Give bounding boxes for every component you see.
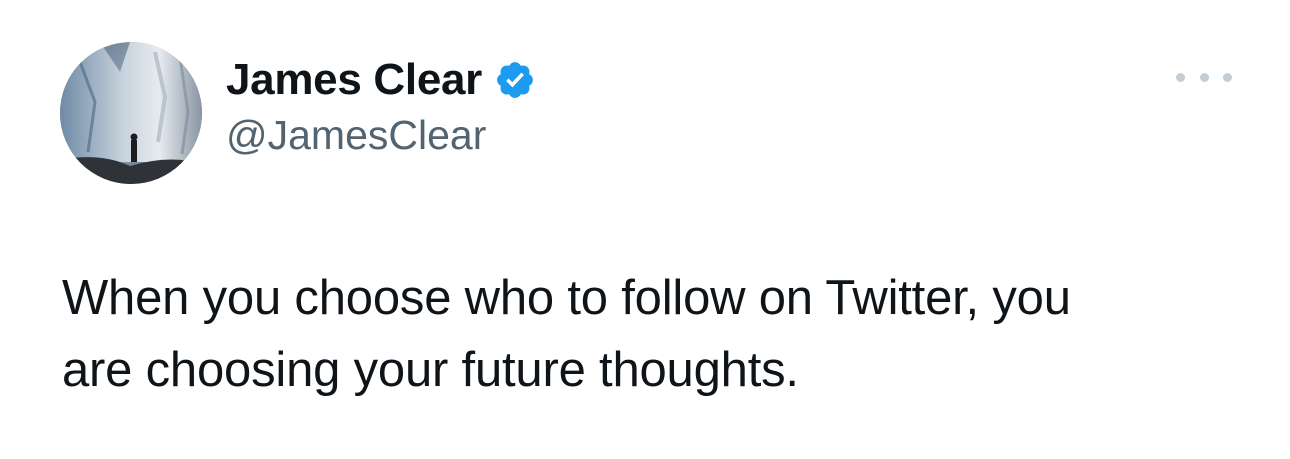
- more-dot: [1176, 72, 1185, 82]
- tweet-card: James Clear @JamesClear When you choose …: [0, 0, 1290, 459]
- author-handle[interactable]: @JamesClear: [226, 112, 486, 159]
- more-dot: [1223, 72, 1232, 82]
- tweet-text-line: are choosing your future thoughts.: [62, 343, 799, 397]
- author-name-row: James Clear: [226, 50, 536, 110]
- author-display-name[interactable]: James Clear: [226, 55, 482, 105]
- verified-badge-icon: [494, 59, 536, 101]
- avatar-image: [60, 42, 202, 184]
- avatar[interactable]: [60, 42, 202, 184]
- more-options-icon[interactable]: [1176, 62, 1232, 92]
- more-dot: [1199, 72, 1209, 82]
- tweet-text: When you choose who to follow on Twitter…: [62, 262, 1242, 406]
- tweet-text-line: When you choose who to follow on Twitter…: [62, 271, 1071, 325]
